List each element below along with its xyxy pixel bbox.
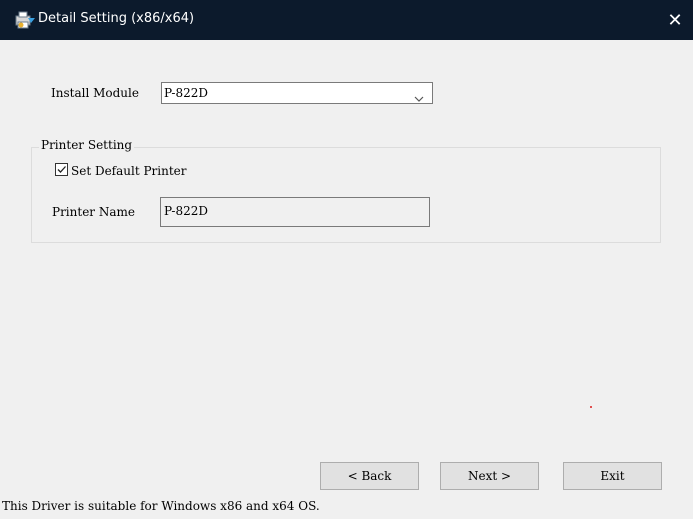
window-title: Detail Setting (x86/x64) <box>38 11 195 26</box>
next-button[interactable]: Next > <box>440 462 539 490</box>
set-default-printer-checkbox[interactable] <box>55 163 68 176</box>
printer-name-value: P-822D <box>164 204 208 218</box>
install-module-value: P-822D <box>164 86 208 100</box>
printer-setting-group-title: Printer Setting <box>39 138 135 152</box>
title-bar: Detail Setting (x86/x64) ✕ <box>0 0 693 40</box>
status-text: This Driver is suitable for Windows x86 … <box>2 499 320 513</box>
printer-name-label: Printer Name <box>52 205 135 219</box>
back-button[interactable]: < Back <box>320 462 419 490</box>
set-default-printer-label: Set Default Printer <box>71 164 187 178</box>
close-icon: ✕ <box>667 9 683 31</box>
stray-pixel <box>590 406 592 408</box>
close-button[interactable]: ✕ <box>657 0 693 40</box>
printer-setting-group <box>31 147 661 243</box>
exit-button[interactable]: Exit <box>563 462 662 490</box>
install-module-dropdown[interactable]: P-822D <box>161 82 433 104</box>
printer-install-icon <box>14 10 36 30</box>
printer-name-field[interactable]: P-822D <box>160 197 430 227</box>
install-module-label: Install Module <box>51 86 139 100</box>
chevron-down-icon <box>414 89 424 102</box>
checkmark-icon <box>57 166 66 173</box>
